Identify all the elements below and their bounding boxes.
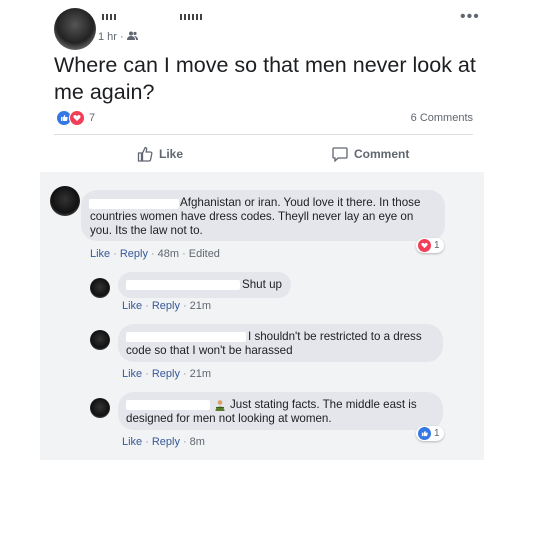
comment-bubble-icon (332, 147, 348, 162)
post-text: Where can I move so that men never look … (54, 53, 476, 104)
comment-reply-link[interactable]: Reply (152, 368, 180, 380)
comment-reaction-count: 1 (434, 428, 440, 439)
love-reaction-icon (69, 110, 85, 126)
comment-text: Just stating facts. The middle east is d… (126, 398, 417, 425)
comment-button-label: Comment (354, 147, 410, 161)
author-avatar[interactable] (54, 8, 96, 50)
comment-text: I shouldn't be restricted to a dress cod… (126, 330, 422, 357)
comments-section: Afghanistan or iran. Youd love it there.… (40, 172, 484, 460)
redacted-name (126, 280, 240, 290)
comment-time[interactable]: 21m (190, 300, 211, 312)
comment-time[interactable]: 48m (158, 248, 179, 260)
comments-count[interactable]: 6 Comments (411, 112, 473, 124)
like-button-label: Like (159, 147, 184, 161)
love-reaction-icon (418, 239, 431, 252)
reaction-summary[interactable]: 7 (56, 110, 95, 126)
friends-icon (126, 31, 138, 43)
more-options-icon[interactable]: ••• (460, 8, 480, 26)
comment-like-link[interactable]: Like (90, 248, 110, 260)
thumbs-up-icon (137, 146, 153, 162)
comment-reaction-badge[interactable]: 1 (416, 238, 444, 253)
comment-time[interactable]: 8m (190, 436, 205, 448)
comment-reply-link[interactable]: Reply (120, 248, 148, 260)
commenter-avatar[interactable] (90, 278, 110, 298)
redacted-name (102, 14, 116, 20)
comment-reaction-badge[interactable]: 1 (416, 426, 444, 441)
commenter-avatar[interactable] (90, 330, 110, 350)
like-reaction-icon (418, 427, 431, 440)
post-card: 1 hr · ••• Where can I move so that men … (40, 0, 484, 180)
comment-like-link[interactable]: Like (122, 300, 142, 312)
comment-text: Shut up (242, 278, 282, 291)
comment-reply-link[interactable]: Reply (152, 300, 180, 312)
comment-bubble: Shut up (118, 272, 291, 298)
comment-bubble: Afghanistan or iran. Youd love it there.… (81, 190, 445, 241)
divider (54, 134, 473, 135)
comment-reaction-count: 1 (434, 240, 440, 251)
comment-bubble: Just stating facts. The middle east is d… (118, 392, 443, 430)
comment-reply-link[interactable]: Reply (152, 436, 180, 448)
comment-actions: Like · Reply · 8m (122, 436, 205, 448)
comment-text: Afghanistan or iran. Youd love it there.… (90, 196, 421, 237)
post-time[interactable]: 1 hr · (98, 31, 127, 43)
redacted-name (180, 14, 202, 20)
like-button[interactable]: Like (137, 146, 183, 162)
comment-like-link[interactable]: Like (122, 368, 142, 380)
comment-edited[interactable]: Edited (189, 248, 220, 260)
comment-actions: Like · Reply · 21m (122, 368, 212, 380)
comment-time[interactable]: 21m (190, 368, 211, 380)
comment-like-link[interactable]: Like (122, 436, 142, 448)
comment-bubble: I shouldn't be restricted to a dress cod… (118, 324, 443, 362)
comment-button[interactable]: Comment (332, 146, 409, 162)
comment-actions: Like · Reply · 48m · Edited (90, 248, 220, 260)
commenter-avatar[interactable] (50, 186, 80, 216)
post-meta: 1 hr · (98, 31, 138, 43)
commenter-avatar[interactable] (90, 398, 110, 418)
reaction-count: 7 (89, 112, 96, 124)
comment-actions: Like · Reply · 21m (122, 300, 212, 312)
